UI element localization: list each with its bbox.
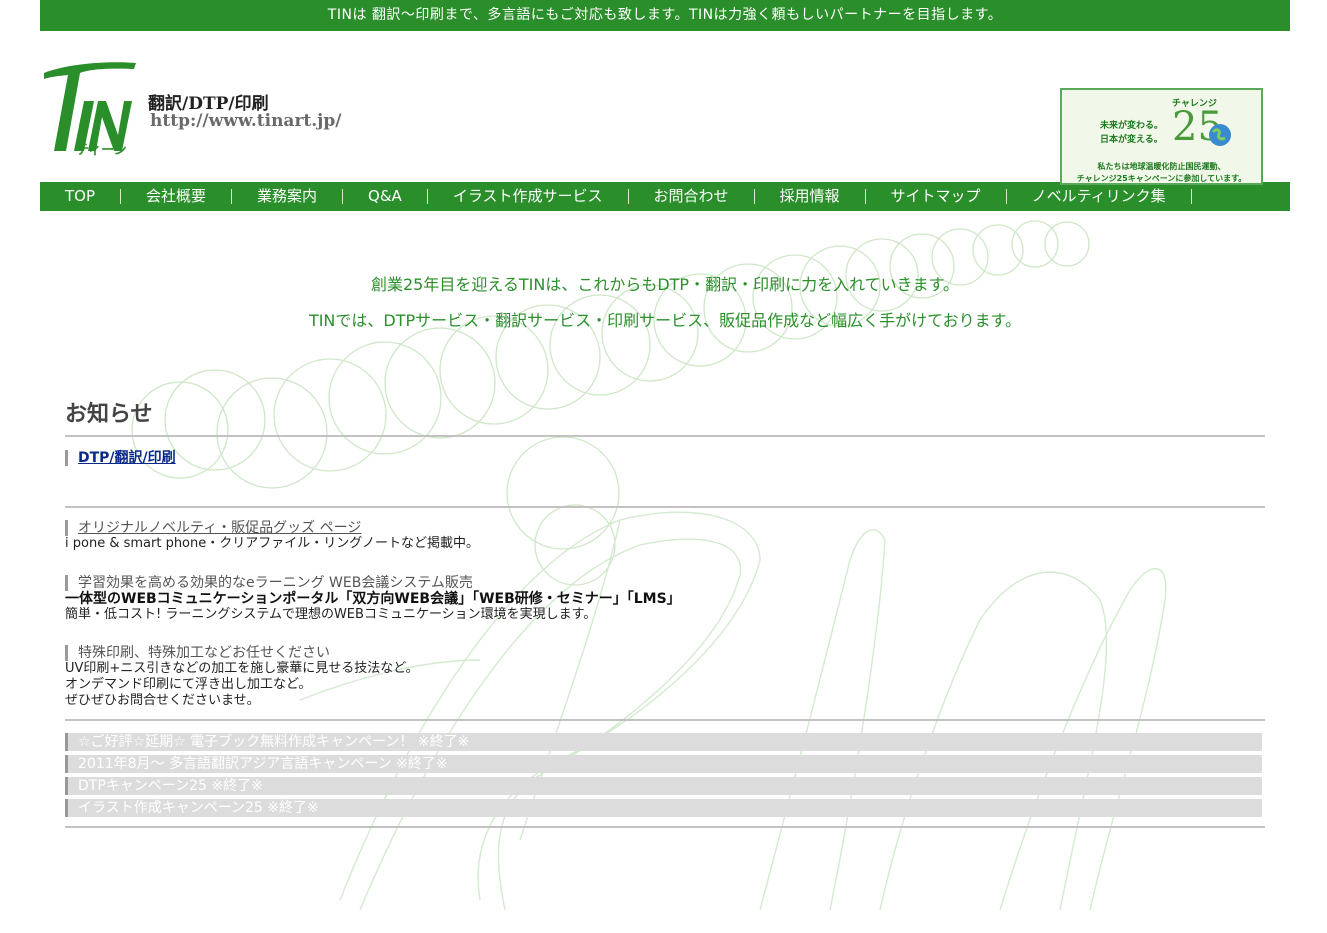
- nav-sitemap[interactable]: サイトマップ: [891, 189, 1007, 204]
- intro-line1: 創業25年目を迎えるTINは、これからもDTP・翻訳・印刷に力を入れていきます。: [370, 275, 959, 294]
- campaign-dtp25[interactable]: DTPキャンペーン25 ※終了※: [65, 777, 1262, 795]
- nav-services[interactable]: 業務案内: [257, 189, 344, 204]
- elearning-head: 学習効果を高める効果的なeラーニング WEB会議システム販売: [65, 575, 1265, 591]
- special-head: 特殊印刷、特殊加工などお任せください: [65, 645, 1265, 661]
- intro-message: 創業25年目を迎えるTINは、これからもDTP・翻訳・印刷に力を入れていきます。…: [40, 273, 1290, 345]
- special-line1: UV印刷+ニス引きなどの加工を施し豪華に見せる技法など。: [65, 661, 419, 676]
- nav-illustration[interactable]: イラスト作成サービス: [453, 189, 629, 204]
- campaign-list: ☆ご好評☆延期☆ 電子ブック無料作成キャンペーン！ ※終了※ 2011年8月〜 …: [65, 733, 1265, 821]
- globe-icon: [1209, 124, 1231, 146]
- nav-qa[interactable]: Q&A: [368, 189, 428, 204]
- divider-1: [65, 435, 1265, 437]
- elearning-line2: 簡単・低コスト! ラーニングシステムで理想のWEBコミュニケーション環境を実現し…: [65, 607, 597, 622]
- campaign-asia-translation[interactable]: 2011年8月〜 多言語翻訳アジア言語キャンペーン ※終了※: [65, 755, 1262, 773]
- special-line3: ぜひぜひお問合せくださいませ。: [65, 693, 260, 708]
- main-nav: TOP 会社概要 業務案内 Q&A イラスト作成サービス お問合わせ 採用情報 …: [40, 182, 1290, 211]
- special-print-item: 特殊印刷、特殊加工などお任せください UV印刷+ニス引きなどの加工を施し豪華に見…: [65, 645, 1265, 709]
- challenge-foot1: 私たちは地球温暖化防止国民運動、: [1097, 162, 1226, 171]
- tin-logo[interactable]: ティーン: [40, 59, 140, 159]
- novelty-link[interactable]: オリジナルノベルティ・販促品グッズ ページ: [78, 520, 361, 536]
- challenge-foot2: チャレンジ25キャンペーンに参加しています。: [1076, 174, 1247, 183]
- top-announcement-text: TINは 翻訳〜印刷まで、多言語にもご対応も致します。TINは力強く頼もしいパー…: [327, 7, 1003, 23]
- dtp-item: DTP/翻訳/印刷: [65, 450, 1265, 466]
- page-wrapper: TINは 翻訳〜印刷まで、多言語にもご対応も致します。TINは力強く頼もしいパー…: [40, 0, 1290, 828]
- divider-4: [65, 826, 1265, 828]
- nav-top[interactable]: TOP: [65, 189, 122, 204]
- challenge-line1: 未来が変わる。: [1100, 121, 1164, 131]
- logo-kana: ティーン: [76, 143, 127, 158]
- divider-2: [65, 506, 1265, 508]
- campaign-ebook[interactable]: ☆ご好評☆延期☆ 電子ブック無料作成キャンペーン！ ※終了※: [65, 733, 1262, 751]
- intro-line2: TINでは、DTPサービス・翻訳サービス・印刷サービス、販促品作成など幅広く手が…: [308, 311, 1022, 330]
- divider-3: [65, 719, 1265, 721]
- challenge25-badge[interactable]: チャレンジ 未来が変わる。 日本が変える。 25 私たちは地球温暖化防止国民運動…: [1060, 88, 1263, 185]
- special-line2: オンデマンド印刷にて浮き出し加工など。: [65, 677, 312, 692]
- challenge-line2: 日本が変える。: [1100, 135, 1163, 145]
- nav-recruit[interactable]: 採用情報: [780, 189, 866, 204]
- campaign-illustration25[interactable]: イラスト作成キャンペーン25 ※終了※: [65, 799, 1262, 817]
- news-title: お知らせ: [65, 402, 153, 427]
- site-header: ティーン 翻訳/DTP/印刷 http://www.tinart.jp/ チャレ…: [40, 31, 1290, 185]
- logo-url[interactable]: http://www.tinart.jp/: [150, 111, 341, 131]
- dtp-link[interactable]: DTP/翻訳/印刷: [78, 450, 176, 466]
- top-announcement-bar: TINは 翻訳〜印刷まで、多言語にもご対応も致します。TINは力強く頼もしいパー…: [40, 0, 1290, 31]
- nav-company[interactable]: 会社概要: [146, 189, 233, 204]
- news-title-wrap: お知らせ: [65, 396, 1265, 428]
- elearning-item: 学習効果を高める効果的なeラーニング WEB会議システム販売 一体型のWEBコミ…: [65, 575, 1265, 623]
- novelty-desc: i pone & smart phone・クリアファイル・リングノートなど掲載中…: [65, 536, 479, 551]
- elearning-line1: 一体型のWEBコミュニケーションポータル「双方向WEB会議」「WEB研修・セミナ…: [65, 591, 681, 607]
- nav-contact[interactable]: お問合わせ: [654, 189, 755, 204]
- novelty-item: オリジナルノベルティ・販促品グッズ ページ i pone & smart pho…: [65, 520, 1265, 552]
- nav-novelty-links[interactable]: ノベルティリンク集: [1032, 189, 1192, 204]
